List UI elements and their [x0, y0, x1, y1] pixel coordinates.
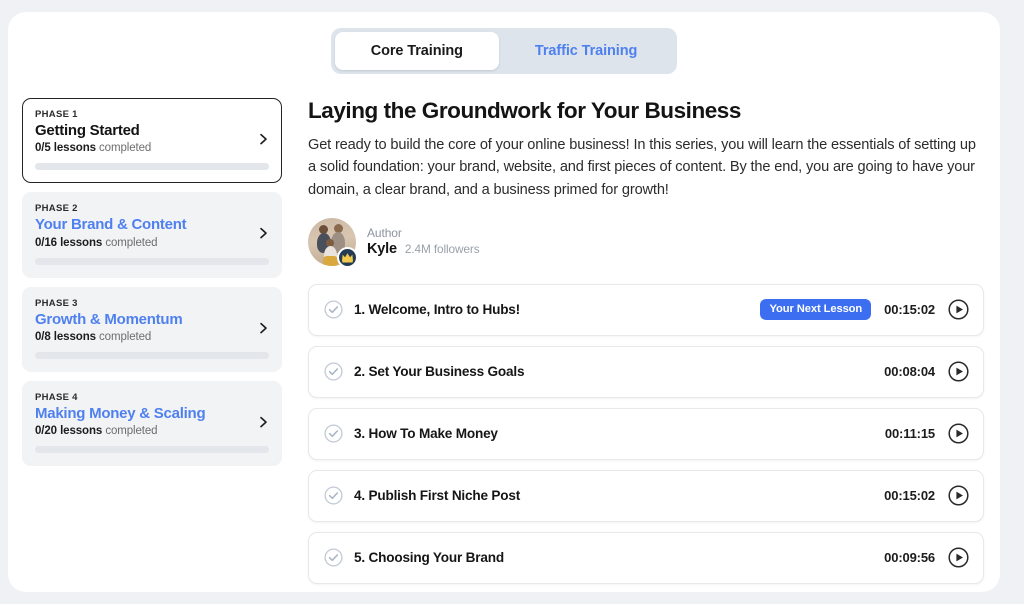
list-item[interactable]: 1. Welcome, Intro to Hubs! Your Next Les…	[308, 284, 984, 336]
lesson-title: 4. Publish First Niche Post	[354, 488, 884, 503]
check-circle-icon	[323, 300, 343, 320]
list-item[interactable]: 2. Set Your Business Goals 00:08:04	[308, 346, 984, 398]
phase-1-progress-bar	[35, 163, 269, 170]
tab-core-training-label: Core Training	[371, 43, 463, 59]
chevron-right-icon	[256, 415, 270, 429]
lesson-title: 1. Welcome, Intro to Hubs!	[354, 302, 760, 317]
sidebar-item-phase-1[interactable]: PHASE 1 Getting Started 0/5 lessons comp…	[22, 98, 282, 183]
phase-3-progress-suffix: completed	[96, 331, 151, 343]
phase-3-progress-bar	[35, 352, 269, 359]
author-text: Author Kyle 2.4M followers	[367, 226, 480, 257]
play-button-icon[interactable]	[947, 485, 969, 507]
lesson-duration: 00:15:02	[884, 302, 935, 317]
series-detail-panel: Laying the Groundwork for Your Business …	[294, 98, 984, 584]
chevron-right-icon	[256, 132, 270, 146]
app-container: Core Training Traffic Training PHASE 1 G…	[8, 12, 1000, 592]
lesson-list: 1. Welcome, Intro to Hubs! Your Next Les…	[308, 284, 984, 584]
sidebar-item-phase-4[interactable]: PHASE 4 Making Money & Scaling 0/20 less…	[22, 381, 282, 466]
crown-icon	[337, 247, 358, 268]
lesson-duration: 00:09:56	[884, 550, 935, 565]
phase-3-label: PHASE 3	[35, 298, 269, 309]
check-circle-icon	[323, 362, 343, 382]
series-description: Get ready to build the core of your onli…	[308, 134, 984, 201]
sidebar-item-phase-3[interactable]: PHASE 3 Growth & Momentum 0/8 lessons co…	[22, 287, 282, 372]
main-content-area: PHASE 1 Getting Started 0/5 lessons comp…	[8, 98, 1000, 584]
phase-3-progress-text: 0/8 lessons completed	[35, 331, 269, 343]
phase-1-title: Getting Started	[35, 122, 269, 139]
author-followers: 2.4M followers	[405, 242, 480, 256]
play-button-icon[interactable]	[947, 423, 969, 445]
page-title: Laying the Groundwork for Your Business	[308, 98, 984, 124]
list-item[interactable]: 4. Publish First Niche Post 00:15:02	[308, 470, 984, 522]
lesson-title: 5. Choosing Your Brand	[354, 550, 884, 565]
training-tabs: Core Training Traffic Training	[8, 28, 1000, 74]
list-item[interactable]: 5. Choosing Your Brand 00:09:56	[308, 532, 984, 584]
avatar	[308, 218, 356, 266]
tab-group: Core Training Traffic Training	[331, 28, 678, 74]
author-role-label: Author	[367, 226, 480, 240]
list-item[interactable]: 3. How To Make Money 00:11:15	[308, 408, 984, 460]
tab-traffic-training[interactable]: Traffic Training	[499, 32, 673, 70]
play-button-icon[interactable]	[947, 547, 969, 569]
phase-1-progress-text: 0/5 lessons completed	[35, 142, 269, 154]
play-button-icon[interactable]	[947, 361, 969, 383]
phase-3-progress-count: 0/8 lessons	[35, 331, 96, 343]
app-page: Core Training Traffic Training PHASE 1 G…	[0, 0, 1024, 604]
author-name-row: Kyle 2.4M followers	[367, 241, 480, 257]
lesson-duration: 00:08:04	[884, 364, 935, 379]
phase-4-label: PHASE 4	[35, 392, 269, 403]
lesson-title: 2. Set Your Business Goals	[354, 364, 884, 379]
phase-4-title: Making Money & Scaling	[35, 405, 269, 422]
phase-2-progress-bar	[35, 258, 269, 265]
phase-2-progress-suffix: completed	[102, 237, 157, 249]
author-block: Author Kyle 2.4M followers	[308, 218, 984, 266]
lesson-title: 3. How To Make Money	[354, 426, 885, 441]
phase-1-progress-suffix: completed	[96, 142, 151, 154]
lesson-duration: 00:11:15	[885, 426, 935, 441]
phase-2-label: PHASE 2	[35, 203, 269, 214]
tab-core-training[interactable]: Core Training	[335, 32, 499, 70]
status-badge: Your Next Lesson	[760, 299, 871, 320]
phase-2-progress-text: 0/16 lessons completed	[35, 237, 269, 249]
phase-3-title: Growth & Momentum	[35, 311, 269, 328]
check-circle-icon	[323, 424, 343, 444]
author-name: Kyle	[367, 241, 397, 257]
phase-4-progress-suffix: completed	[102, 425, 157, 437]
phase-4-progress-text: 0/20 lessons completed	[35, 425, 269, 437]
tab-traffic-training-label: Traffic Training	[535, 43, 637, 59]
phase-2-title: Your Brand & Content	[35, 216, 269, 233]
phase-4-progress-count: 0/20 lessons	[35, 425, 102, 437]
phase-1-label: PHASE 1	[35, 109, 269, 120]
chevron-right-icon	[256, 321, 270, 335]
sidebar-item-phase-2[interactable]: PHASE 2 Your Brand & Content 0/16 lesson…	[22, 192, 282, 277]
check-circle-icon	[323, 486, 343, 506]
phase-4-progress-bar	[35, 446, 269, 453]
lesson-duration: 00:15:02	[884, 488, 935, 503]
play-button-icon[interactable]	[947, 299, 969, 321]
chevron-right-icon	[256, 226, 270, 240]
check-circle-icon	[323, 548, 343, 568]
phase-1-progress-count: 0/5 lessons	[35, 142, 96, 154]
phase-2-progress-count: 0/16 lessons	[35, 237, 102, 249]
phase-sidebar: PHASE 1 Getting Started 0/5 lessons comp…	[22, 98, 282, 584]
